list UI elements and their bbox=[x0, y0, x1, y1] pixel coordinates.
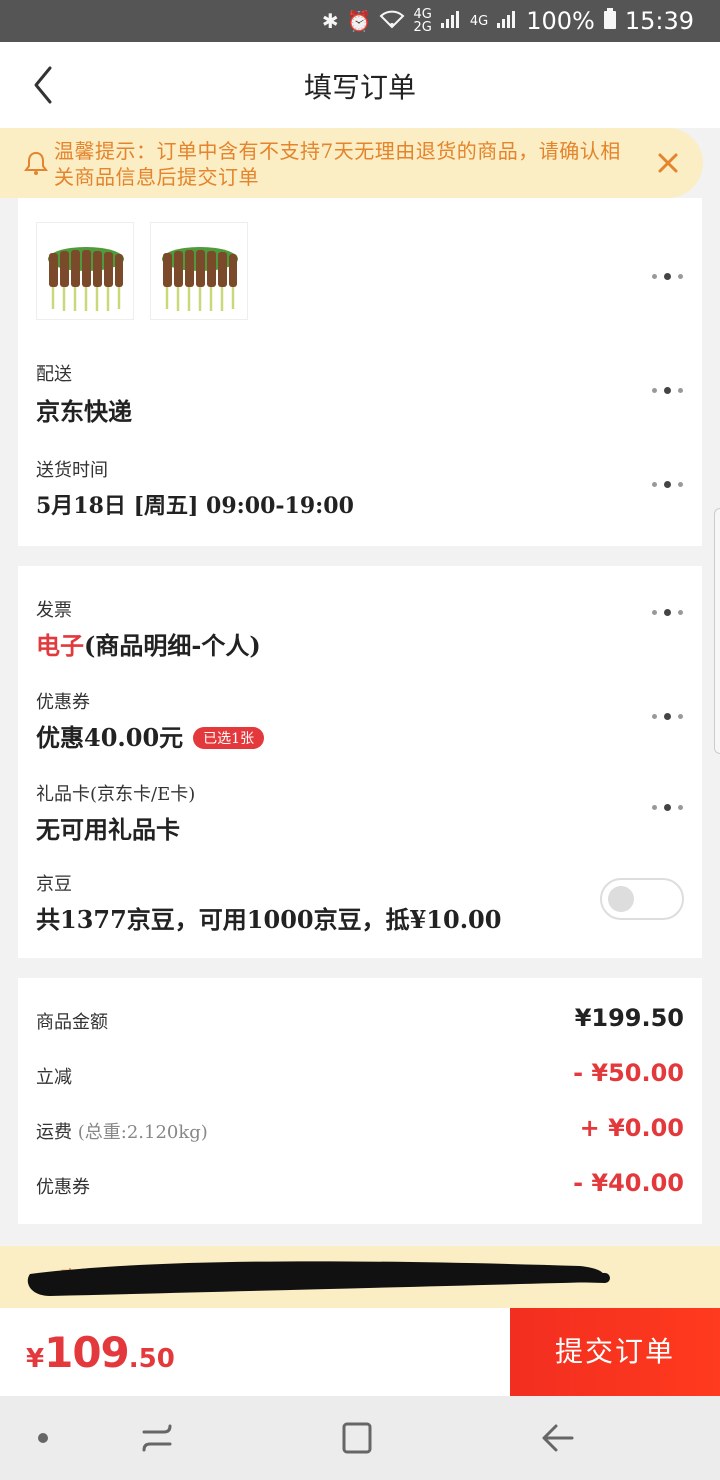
nav-home-icon[interactable] bbox=[340, 1420, 374, 1456]
total-integer: 109 bbox=[44, 1328, 130, 1377]
price-summary-card: 商品金额 ¥199.50 立减 - ¥50.00 运费 (总重:2.120kg)… bbox=[18, 978, 702, 1224]
price-row-value: - ¥50.00 bbox=[573, 1059, 684, 1087]
coupon-label: 优惠券 bbox=[36, 692, 90, 713]
page-title: 填写订单 bbox=[303, 71, 416, 104]
title-bar: 填写订单 bbox=[0, 42, 720, 128]
notice-text: 温馨提示：订单中含有不支持7天无理由退货的商品，请确认相关商品信息后提交订单 bbox=[54, 139, 621, 189]
more-dots-icon[interactable] bbox=[652, 480, 684, 490]
signal-icon-2 bbox=[496, 9, 518, 34]
notice-banner: 温馨提示：订单中含有不支持7天无理由退货的商品，请确认相关商品信息后提交订单 bbox=[0, 128, 703, 198]
more-dots-icon[interactable] bbox=[652, 272, 684, 282]
price-row: 运费 (总重:2.120kg) + ¥0.00 bbox=[36, 1114, 684, 1144]
more-dots-icon[interactable] bbox=[652, 712, 684, 722]
price-row-label: 商品金额 bbox=[36, 1012, 108, 1033]
nav-recent-icon[interactable] bbox=[140, 1420, 174, 1456]
system-nav-bar bbox=[0, 1396, 720, 1480]
bluetooth-icon: ✱ bbox=[321, 9, 339, 33]
signal-icon bbox=[440, 9, 462, 34]
toggle-knob bbox=[608, 886, 634, 912]
battery-percent: 100% bbox=[526, 7, 595, 35]
nav-back-icon[interactable] bbox=[540, 1420, 576, 1456]
bell-icon bbox=[24, 150, 48, 176]
payment-options-card: 发票 电子(商品明细-个人) 优惠券 优惠40.00元 已选1张 礼品卡(京东卡/… bbox=[18, 566, 702, 958]
more-dots-icon[interactable] bbox=[652, 608, 684, 618]
network-type: 4G 2G bbox=[413, 7, 432, 35]
nav-dot-icon[interactable] bbox=[34, 1420, 54, 1456]
jingdou-label: 京豆 bbox=[36, 874, 72, 895]
price-row: 优惠券 - ¥40.00 bbox=[36, 1169, 684, 1199]
coupon-amount: 优惠40.00元 bbox=[36, 723, 184, 752]
status-bar: ✱ ⏰ 4G 2G 4G 100% 15:39 bbox=[0, 0, 720, 42]
delivery-label: 配送 bbox=[36, 364, 72, 385]
delivery-time-value: 5月18日 [周五] 09:00-19:00 bbox=[36, 493, 354, 519]
redaction-scribble bbox=[27, 1261, 610, 1296]
coupon-value: 优惠40.00元 已选1张 bbox=[36, 718, 265, 753]
close-icon[interactable] bbox=[653, 148, 683, 178]
more-dots-icon[interactable] bbox=[652, 386, 684, 396]
product-thumbnail[interactable] bbox=[36, 222, 134, 320]
clock: 15:39 bbox=[624, 7, 694, 35]
more-dots-icon[interactable] bbox=[652, 803, 684, 813]
price-row-label: 优惠券 bbox=[36, 1177, 90, 1198]
invoice-value: 电子(商品明细-个人) bbox=[36, 626, 261, 661]
alarm-icon: ⏰ bbox=[346, 9, 372, 33]
invoice-detail: (商品明细-个人) bbox=[84, 631, 261, 660]
delivery-time-label: 送货时间 bbox=[36, 460, 108, 481]
network-type-2: 4G bbox=[469, 13, 489, 29]
delivery-value: 京东快递 bbox=[36, 397, 132, 426]
invoice-type: 电子 bbox=[36, 631, 84, 660]
price-row-value: + ¥0.00 bbox=[579, 1114, 684, 1142]
shipping-weight: (总重:2.120kg) bbox=[77, 1122, 208, 1143]
battery-icon bbox=[603, 7, 617, 35]
price-row-label: 立减 bbox=[36, 1067, 72, 1088]
submit-order-button[interactable]: 提交订单 bbox=[510, 1308, 720, 1396]
product-thumbnail[interactable] bbox=[150, 222, 248, 320]
price-row-value: - ¥40.00 bbox=[573, 1169, 684, 1197]
invoice-label: 发票 bbox=[36, 600, 72, 621]
price-row: 商品金额 ¥199.50 bbox=[36, 1004, 684, 1034]
gift-card-label: 礼品卡(京东卡/E卡) bbox=[36, 784, 196, 805]
jingdou-toggle[interactable] bbox=[600, 878, 684, 920]
price-row-label: 运费 (总重:2.120kg) bbox=[36, 1122, 208, 1143]
wifi-icon bbox=[379, 9, 405, 34]
jingdou-value: 共1377京豆，可用1000京豆，抵¥10.00 bbox=[36, 905, 502, 934]
total-decimal: .50 bbox=[128, 1344, 175, 1374]
price-row: 立减 - ¥50.00 bbox=[36, 1059, 684, 1089]
checkout-bar: ¥109.50 提交订单 bbox=[0, 1308, 720, 1396]
price-row-value: ¥199.50 bbox=[574, 1004, 684, 1032]
gift-card-value: 无可用礼品卡 bbox=[36, 815, 180, 844]
order-items-card: 配送 京东快递 送货时间 5月18日 [周五] 09:00-19:00 bbox=[18, 198, 702, 546]
coupon-selected-badge: 已选1张 bbox=[193, 727, 265, 749]
order-total: ¥109.50 bbox=[26, 1328, 175, 1377]
total-currency: ¥ bbox=[26, 1344, 45, 1374]
edge-panel-handle[interactable] bbox=[714, 508, 720, 754]
